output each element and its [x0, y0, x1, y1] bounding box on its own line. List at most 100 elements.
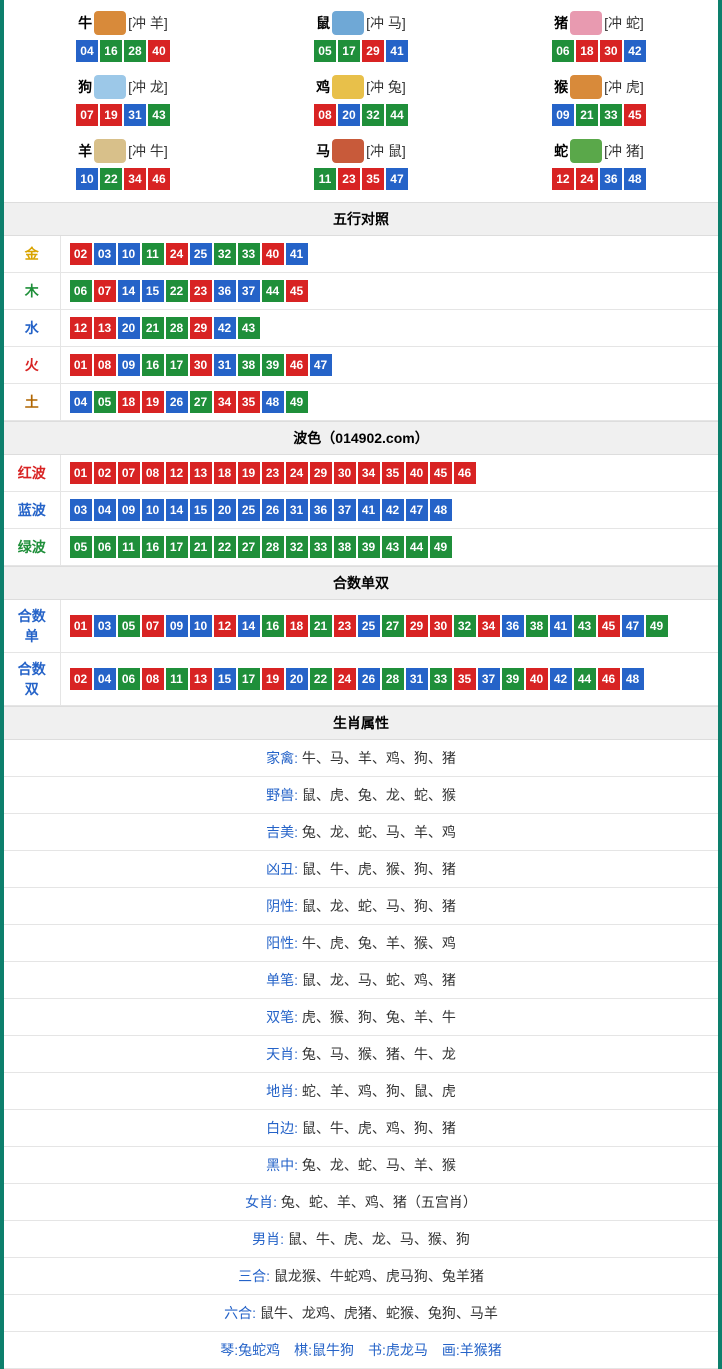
zodiac-clash: [冲 牛]: [128, 141, 168, 161]
attr-cell: 天肖: 兔、马、猴、猪、牛、龙: [4, 1036, 718, 1073]
number-ball: 41: [550, 615, 572, 637]
number-ball: 24: [286, 462, 308, 484]
number-ball: 33: [238, 243, 260, 265]
attr-row: 六合: 鼠牛、龙鸡、虎猪、蛇猴、兔狗、马羊: [4, 1295, 718, 1332]
number-ball: 35: [454, 668, 476, 690]
number-ball: 09: [166, 615, 188, 637]
number-ball: 05: [70, 536, 92, 558]
zodiac-name: 蛇: [554, 141, 568, 161]
zodiac-icon: [332, 75, 364, 99]
attr-label: 六合:: [224, 1305, 256, 1321]
number-ball: 22: [100, 168, 122, 190]
number-ball: 43: [574, 615, 596, 637]
zodiac-title: 牛 [冲 羊]: [4, 11, 242, 35]
zodiac-icon: [332, 139, 364, 163]
table-row: 绿波 05061116172122272832333839434449: [4, 529, 718, 566]
zodiac-numbers: 08203244: [242, 103, 480, 127]
bottom-a: 琴:兔蛇鸡: [220, 1342, 280, 1358]
row-numbers: 0103050709101214161821232527293032343638…: [60, 600, 718, 653]
zodiac-cell: 猪 [冲 蛇] 06183042: [480, 5, 718, 69]
row-label: 木: [4, 273, 60, 310]
zodiac-title: 猴 [冲 虎]: [480, 75, 718, 99]
number-ball: 06: [552, 40, 574, 62]
attr-cell: 吉美: 兔、龙、蛇、马、羊、鸡: [4, 814, 718, 851]
number-ball: 26: [166, 391, 188, 413]
attr-label: 双笔:: [266, 1009, 298, 1025]
zodiac-cell: 羊 [冲 牛] 10223446: [4, 133, 242, 197]
zodiac-icon: [94, 139, 126, 163]
row-numbers: 0102070812131819232429303435404546: [60, 455, 718, 492]
zodiac-icon: [94, 11, 126, 35]
section-header-heshu: 合数单双: [4, 566, 718, 600]
attr-label: 男肖:: [252, 1231, 284, 1247]
number-ball: 38: [238, 354, 260, 376]
bose-table: 红波 0102070812131819232429303435404546蓝波 …: [4, 455, 718, 566]
row-numbers: 02031011242532334041: [60, 236, 718, 273]
number-ball: 04: [94, 499, 116, 521]
table-row: 火 0108091617303138394647: [4, 347, 718, 384]
zodiac-numbers: 11233547: [242, 167, 480, 191]
number-ball: 46: [148, 168, 170, 190]
attr-label: 野兽:: [266, 787, 298, 803]
number-ball: 42: [624, 40, 646, 62]
attr-value: 鼠、牛、虎、龙、马、猴、狗: [288, 1231, 470, 1247]
number-ball: 16: [142, 354, 164, 376]
zodiac-name: 鼠: [316, 13, 330, 33]
row-numbers: 05061116172122272832333839434449: [60, 529, 718, 566]
number-ball: 34: [124, 168, 146, 190]
number-ball: 17: [166, 354, 188, 376]
number-ball: 08: [314, 104, 336, 126]
zodiac-cell: 牛 [冲 羊] 04162840: [4, 5, 242, 69]
attr-label: 阳性:: [266, 935, 298, 951]
attr-value: 鼠牛、龙鸡、虎猪、蛇猴、兔狗、马羊: [260, 1305, 498, 1321]
number-ball: 36: [310, 499, 332, 521]
zodiac-cell: 狗 [冲 龙] 07193143: [4, 69, 242, 133]
number-ball: 35: [382, 462, 404, 484]
attr-cell: 凶丑: 鼠、牛、虎、猴、狗、猪: [4, 851, 718, 888]
zodiac-clash: [冲 龙]: [128, 77, 168, 97]
number-ball: 16: [262, 615, 284, 637]
number-ball: 05: [94, 391, 116, 413]
table-row: 水 1213202128294243: [4, 310, 718, 347]
zodiac-title: 鼠 [冲 马]: [242, 11, 480, 35]
number-ball: 28: [166, 317, 188, 339]
zodiac-title: 猪 [冲 蛇]: [480, 11, 718, 35]
number-ball: 35: [238, 391, 260, 413]
number-ball: 21: [576, 104, 598, 126]
attr-label: 吉美:: [266, 824, 298, 840]
number-ball: 18: [286, 615, 308, 637]
number-ball: 15: [214, 668, 236, 690]
row-numbers: 06071415222336374445: [60, 273, 718, 310]
number-ball: 07: [94, 280, 116, 302]
table-row: 土 04051819262734354849: [4, 384, 718, 421]
number-ball: 12: [70, 317, 92, 339]
number-ball: 24: [166, 243, 188, 265]
number-ball: 43: [148, 104, 170, 126]
attr-value: 鼠、牛、虎、鸡、狗、猪: [302, 1120, 456, 1136]
attr-label: 凶丑:: [266, 861, 298, 877]
row-label: 土: [4, 384, 60, 421]
number-ball: 02: [94, 462, 116, 484]
zodiac-numbers: 06183042: [480, 39, 718, 63]
attr-label: 单笔:: [266, 972, 298, 988]
number-ball: 17: [238, 668, 260, 690]
attr-row: 凶丑: 鼠、牛、虎、猴、狗、猪: [4, 851, 718, 888]
number-ball: 06: [94, 536, 116, 558]
table-row: 合数双 020406081113151719202224262831333537…: [4, 653, 718, 706]
zodiac-name: 鸡: [316, 77, 330, 97]
number-ball: 47: [386, 168, 408, 190]
number-ball: 10: [142, 499, 164, 521]
number-ball: 23: [334, 615, 356, 637]
bottom-d: 画:羊猴猪: [442, 1342, 502, 1358]
attr-row: 天肖: 兔、马、猴、猪、牛、龙: [4, 1036, 718, 1073]
attr-value: 兔、蛇、羊、鸡、猪（五宫肖）: [281, 1194, 477, 1210]
attr-row: 双笔: 虎、猴、狗、兔、羊、牛: [4, 999, 718, 1036]
attr-value: 鼠、虎、兔、龙、蛇、猴: [302, 787, 456, 803]
zodiac-name: 猪: [554, 13, 568, 33]
number-ball: 16: [100, 40, 122, 62]
zodiac-icon: [570, 11, 602, 35]
number-ball: 42: [214, 317, 236, 339]
attr-cell: 单笔: 鼠、龙、马、蛇、鸡、猪: [4, 962, 718, 999]
attr-row: 阴性: 鼠、龙、蛇、马、狗、猪: [4, 888, 718, 925]
row-label: 火: [4, 347, 60, 384]
